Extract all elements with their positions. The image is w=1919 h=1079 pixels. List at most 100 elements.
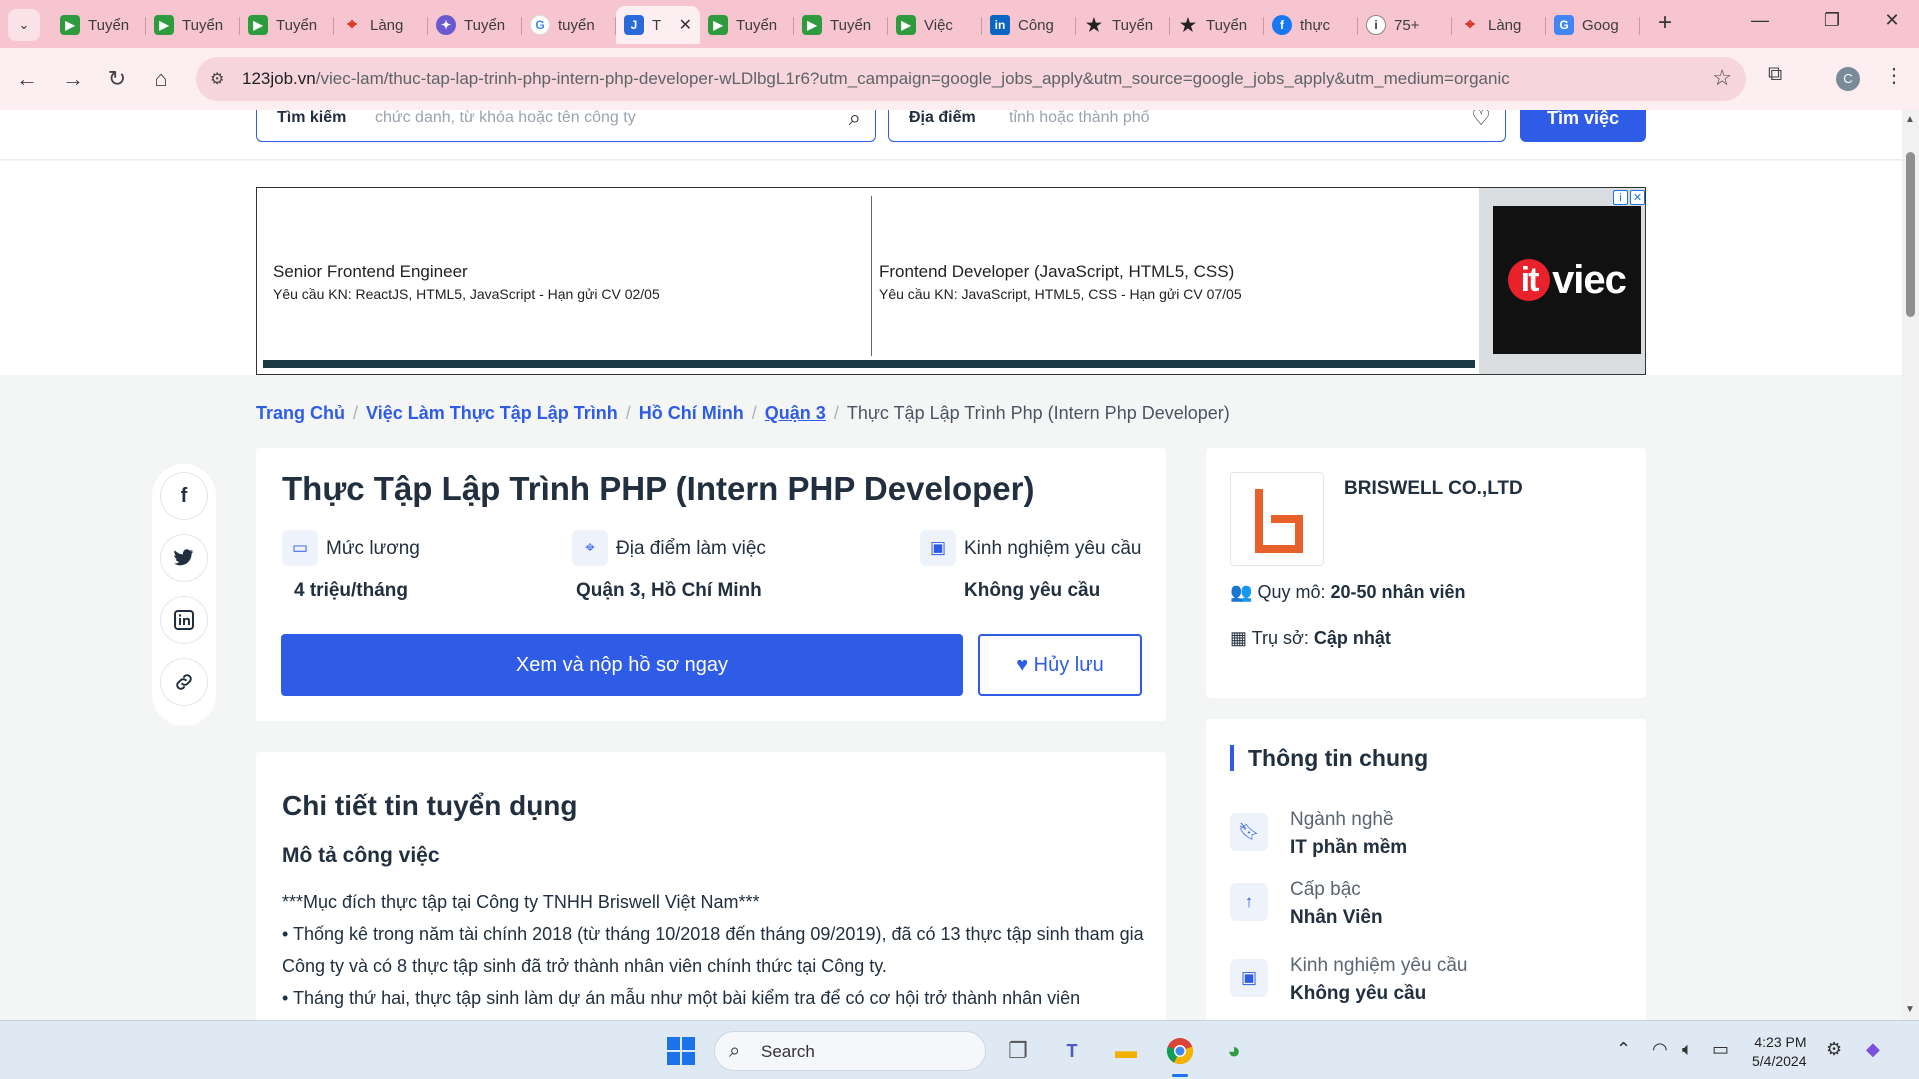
find-job-button[interactable]: Tìm việc (1520, 110, 1646, 142)
page-scrollbar[interactable]: ▲ ▼ (1902, 110, 1919, 1020)
tab-title: Làng (1488, 16, 1522, 34)
company-size-label: Quy mô: (1257, 582, 1326, 602)
browser-tab[interactable]: ▶ Tuyển (794, 6, 888, 44)
url-text[interactable]: 123job.vn/viec-lam/thuc-tap-lap-trinh-ph… (242, 69, 1510, 89)
general-info-heading: Thông tin chung (1230, 745, 1428, 771)
tab-title: Tuyển (1206, 16, 1248, 34)
tab-title: Tuyển (1112, 16, 1154, 34)
ad-job-2[interactable]: Frontend Developer (JavaScript, HTML5, C… (863, 196, 1463, 361)
breadcrumb-city[interactable]: Hồ Chí Minh (639, 403, 744, 423)
volume-icon[interactable]: 🔈︎ (1682, 1039, 1693, 1060)
windows-start-icon[interactable] (667, 1037, 695, 1065)
people-icon: 👥 (1230, 582, 1253, 602)
app-globe-icon[interactable]: ◕ (1216, 1033, 1252, 1069)
browser-tab[interactable]: f thực (1264, 6, 1358, 44)
company-logo[interactable] (1230, 472, 1324, 566)
browser-tab[interactable]: ★ Tuyển (1076, 6, 1170, 44)
google-icon: G (530, 15, 550, 35)
job-description: ***Mục đích thực tập tại Công ty TNHH Br… (282, 886, 1162, 1014)
ad-choices[interactable]: i ✕ (1613, 190, 1645, 206)
unsave-button[interactable]: ♥ Hủy lưu (978, 634, 1142, 696)
browser-tab[interactable]: J T ✕ (616, 6, 700, 44)
breadcrumb-category[interactable]: Việc Làm Thực Tập Lập Trình (366, 403, 618, 423)
job-details-card: Chi tiết tin tuyển dụng Mô tả công việc … (256, 752, 1166, 1020)
browser-tab[interactable]: ▶ Tuyển (146, 6, 240, 44)
location-search-field[interactable]: Địa điểm tỉnh hoặc thành phố ♡ (888, 110, 1506, 142)
minimize-icon[interactable]: — (1740, 10, 1780, 31)
back-icon[interactable]: ← (10, 62, 44, 96)
tab-title: Tuyển (464, 16, 506, 34)
browser-tab[interactable]: ▶ Tuyển (52, 6, 146, 44)
keyword-search-field[interactable]: Tìm kiếm chức danh, từ khóa hoặc tên côn… (256, 110, 876, 142)
breadcrumb-home[interactable]: Trang Chủ (256, 403, 345, 423)
ad-job-1[interactable]: Senior Frontend Engineer Yêu cầu KN: Rea… (257, 196, 871, 361)
copy-link-icon[interactable] (160, 658, 208, 706)
chrome-icon[interactable] (1162, 1033, 1198, 1077)
browser-tab[interactable]: G Goog (1546, 6, 1640, 44)
123job-icon: ▶ (802, 15, 822, 35)
browser-tab[interactable]: ▶ Tuyển (700, 6, 794, 44)
browser-menu-icon[interactable]: ⋮ (1884, 63, 1904, 88)
bookmark-star-icon[interactable]: ☆ (1712, 65, 1732, 91)
browser-tab[interactable]: ⌖ Làng (1452, 6, 1546, 44)
file-explorer-icon[interactable]: ▬ (1108, 1033, 1144, 1069)
twitter-share-icon[interactable] (160, 534, 208, 582)
linkedin-share-icon[interactable] (160, 596, 208, 644)
tray-overflow-icon[interactable]: ⌃ (1616, 1039, 1631, 1060)
level-label: Cấp bậc (1290, 879, 1361, 900)
ad-info-icon[interactable]: i (1613, 190, 1628, 205)
company-name[interactable]: BRISWELL CO.,LTD (1344, 478, 1523, 500)
clock-date: 5/4/2024 (1752, 1053, 1807, 1069)
description-heading: Mô tả công việc (282, 844, 440, 867)
clock[interactable]: 4:23 PM 5/4/2024 (1752, 1033, 1807, 1071)
123job-icon: ▶ (708, 15, 728, 35)
reload-icon[interactable]: ↻ (100, 62, 134, 96)
tab-list: ▶ Tuyển ▶ Tuyển ▶ Tuyển ⌖ Làng ✦ Tuyển Gtuyển J T ✕ ▶ T… (52, 6, 1640, 44)
apply-button[interactable]: Xem và nộp hồ sơ ngay (281, 634, 963, 696)
task-view-icon[interactable]: ❐ (1000, 1033, 1036, 1069)
ad-close-icon[interactable]: ✕ (1630, 190, 1645, 205)
address-bar[interactable]: ⚙ 123job.vn/viec-lam/thuc-tap-lap-trinh-… (196, 57, 1746, 101)
copilot-icon[interactable]: ◆ (1866, 1039, 1880, 1060)
company-size-value: 20-50 nhân viên (1330, 582, 1466, 602)
browser-tab[interactable]: ✦ Tuyển (428, 6, 522, 44)
facebook-share-icon[interactable]: f (160, 472, 208, 520)
forward-icon[interactable]: → (56, 62, 90, 96)
level-value: Nhân Viên (1290, 907, 1383, 928)
profile-avatar[interactable]: C (1836, 67, 1860, 91)
breadcrumb-current: Thực Tập Lập Trình Php (Intern Php Devel… (846, 403, 1230, 423)
browser-tab[interactable]: ★ Tuyển (1170, 6, 1264, 44)
extensions-icon[interactable]: ⧉ (1768, 63, 1782, 86)
battery-icon[interactable]: ▭ (1712, 1039, 1729, 1060)
tab-close-icon[interactable]: ✕ (679, 15, 692, 35)
itviec-logo[interactable]: it viec (1493, 206, 1641, 354)
site-info-icon[interactable]: ⚙ (210, 69, 224, 89)
maps-pin-icon: ⌖ (347, 15, 357, 34)
taskbar-search[interactable]: ⌕ Search (714, 1031, 986, 1071)
tab-search-button[interactable]: ⌄ (8, 9, 40, 41)
ad-job-subtitle: Yêu cầu KN: ReactJS, HTML5, JavaScript -… (273, 286, 660, 302)
scroll-thumb[interactable] (1906, 152, 1915, 317)
itviec-ad-banner[interactable]: Senior Frontend Engineer Yêu cầu KN: Rea… (256, 187, 1646, 375)
tab-title: 75+ (1394, 16, 1420, 34)
notification-settings-icon[interactable]: ⚙ (1826, 1039, 1842, 1060)
scroll-up-icon[interactable]: ▲ (1905, 114, 1915, 125)
browser-tab[interactable]: ▶ Việc (888, 6, 982, 44)
browser-tab[interactable]: ⌖ Làng (334, 6, 428, 44)
browser-tab[interactable]: Gtuyển (522, 6, 616, 44)
new-tab-button[interactable]: + (1650, 9, 1680, 39)
scroll-down-icon[interactable]: ▼ (1905, 1004, 1915, 1015)
restore-icon[interactable]: ❐ (1812, 10, 1852, 31)
close-window-icon[interactable]: ✕ (1872, 10, 1912, 31)
home-icon[interactable]: ⌂ (144, 62, 178, 96)
teams-icon[interactable]: T (1054, 1033, 1090, 1069)
tab-title: T (652, 16, 662, 34)
browser-tab[interactable]: ▶ Tuyển (240, 6, 334, 44)
wifi-icon[interactable]: ◠ (1652, 1039, 1668, 1060)
location-pin-icon: ♡ (1471, 110, 1491, 130)
browser-toolbar: ← → ↻ ⌂ ⚙ 123job.vn/viec-lam/thuc-tap-la… (0, 48, 1919, 110)
company-size: 👥 Quy mô: 20-50 nhân viên (1230, 582, 1466, 603)
browser-tab[interactable]: in Công (982, 6, 1076, 44)
browser-tab[interactable]: i 75+ (1358, 6, 1452, 44)
breadcrumb-district[interactable]: Quận 3 (765, 403, 826, 423)
